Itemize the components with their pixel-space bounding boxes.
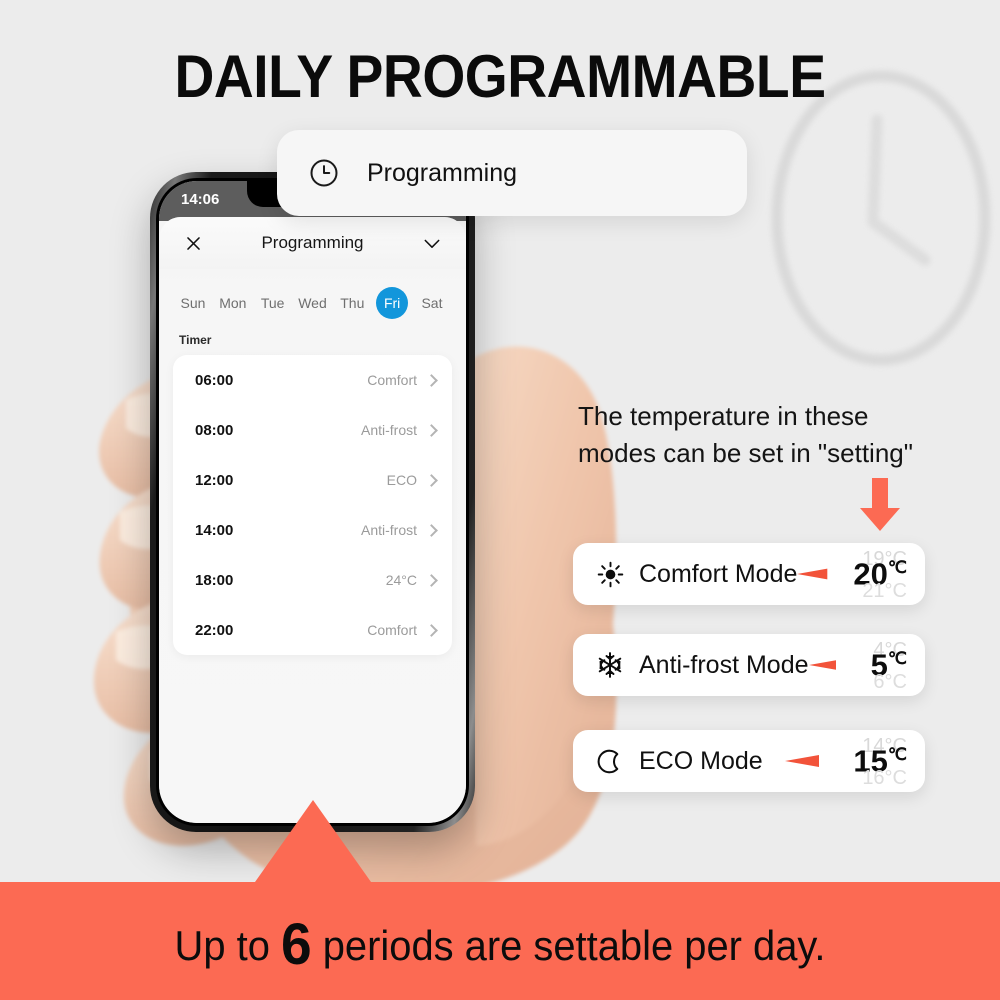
timer-mode: Anti-frost xyxy=(360,522,417,538)
timer-mode: Anti-frost xyxy=(360,422,417,438)
temperature-picker-eco[interactable]: 14°C 15℃ 16°C xyxy=(831,730,909,792)
phone-mockup: 14:06 Programming Sun Mon Tue Wed Thu Fr… xyxy=(150,172,475,832)
timer-mode: ECO xyxy=(386,472,417,488)
table-row[interactable]: 06:00 Comfort xyxy=(173,355,452,405)
picker-next-value: 6°C xyxy=(873,671,907,693)
timer-time: 06:00 xyxy=(195,371,234,389)
mode-name: Anti-frost Mode xyxy=(639,650,809,679)
right-arrow-icon xyxy=(785,755,819,767)
timer-mode: 24°C xyxy=(385,572,417,588)
timer-time: 22:00 xyxy=(195,621,234,639)
day-pill-mon[interactable]: Mon xyxy=(217,287,249,319)
banner-count: 6 xyxy=(280,912,312,977)
chevron-right-icon xyxy=(425,623,438,637)
timer-mode: Comfort xyxy=(367,622,417,638)
note-line-1: The temperature in these xyxy=(578,401,869,431)
day-selector[interactable]: Sun Mon Tue Wed Thu Fri Sat xyxy=(159,269,466,327)
table-row[interactable]: 14:00 Anti-frost xyxy=(173,505,452,555)
timer-time: 14:00 xyxy=(195,521,234,539)
close-icon[interactable] xyxy=(181,231,205,255)
chevron-right-icon xyxy=(425,523,438,537)
banner-text: Up to 6 periods are settable per day. xyxy=(25,911,975,978)
mode-card-comfort[interactable]: Comfort Mode 19°C 20℃ 21°C xyxy=(573,543,925,605)
sheet-title: Programming xyxy=(261,233,364,252)
right-arrow-icon xyxy=(797,568,828,580)
day-pill-tue[interactable]: Tue xyxy=(257,287,289,319)
table-row[interactable]: 08:00 Anti-frost xyxy=(173,405,452,455)
timer-time: 12:00 xyxy=(195,471,234,489)
status-bar-time: 14:06 xyxy=(181,190,220,208)
note-text: The temperature in these modes can be se… xyxy=(578,398,978,472)
sun-icon xyxy=(595,561,625,588)
picker-next-value: 16°C xyxy=(862,767,907,789)
timer-time: 08:00 xyxy=(195,421,234,439)
table-row[interactable]: 22:00 Comfort xyxy=(173,605,452,655)
sheet-header: Programming xyxy=(159,217,466,269)
phone-screen: 14:06 Programming Sun Mon Tue Wed Thu Fr… xyxy=(159,181,466,823)
timer-section-label: Timer xyxy=(179,333,212,347)
programming-callout-label: Programming xyxy=(367,158,518,187)
timer-time: 18:00 xyxy=(195,571,234,589)
day-pill-sat[interactable]: Sat xyxy=(416,287,448,319)
snowflake-icon xyxy=(595,651,625,679)
banner-prefix: Up to xyxy=(174,922,281,969)
day-pill-thu[interactable]: Thu xyxy=(336,287,368,319)
chevron-right-icon xyxy=(425,473,438,487)
chevron-right-icon xyxy=(425,423,438,437)
chevron-right-icon xyxy=(425,573,438,587)
moon-icon xyxy=(595,748,625,775)
programming-sheet: Programming Sun Mon Tue Wed Thu Fri Sat … xyxy=(159,217,466,823)
day-pill-wed[interactable]: Wed xyxy=(296,287,328,319)
note-line-2: modes can be set in "setting" xyxy=(578,437,913,468)
mode-name: ECO Mode xyxy=(639,746,763,775)
table-row[interactable]: 18:00 24°C xyxy=(173,555,452,605)
day-pill-fri[interactable]: Fri xyxy=(376,287,409,319)
page-title: DAILY PROGRAMMABLE xyxy=(174,43,826,110)
timer-list: 06:00 Comfort 08:00 Anti-frost 12:00 ECO… xyxy=(173,355,452,655)
programming-callout-card[interactable]: Programming xyxy=(277,130,747,216)
banner-peak xyxy=(255,800,371,882)
down-arrow-icon xyxy=(860,478,900,531)
temperature-picker-anti-frost[interactable]: 4°C 5℃ 6°C xyxy=(847,634,909,696)
mode-card-eco[interactable]: ECO Mode 14°C 15℃ 16°C xyxy=(573,730,925,792)
mode-card-anti-frost[interactable]: Anti-frost Mode 4°C 5℃ 6°C xyxy=(573,634,925,696)
picker-next-value: 21°C xyxy=(862,580,907,602)
temperature-picker-comfort[interactable]: 19°C 20℃ 21°C xyxy=(839,543,909,605)
day-pill-sun[interactable]: Sun xyxy=(177,287,209,319)
clock-icon xyxy=(310,159,338,187)
table-row[interactable]: 12:00 ECO xyxy=(173,455,452,505)
chevron-right-icon xyxy=(425,373,438,387)
banner-suffix: periods are settable per day. xyxy=(311,922,826,969)
check-icon[interactable] xyxy=(420,231,444,255)
mode-name: Comfort Mode xyxy=(639,559,798,588)
timer-mode: Comfort xyxy=(367,372,417,388)
